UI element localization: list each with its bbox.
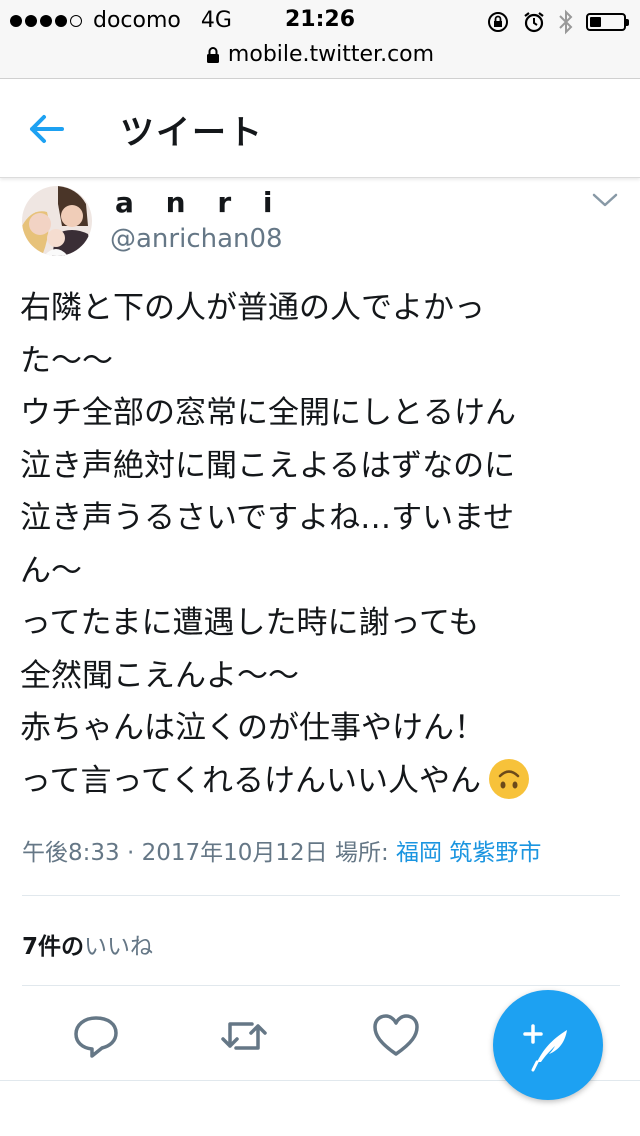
retweet-icon xyxy=(221,1022,267,1050)
tweet-line: 泣き声絶対に聞こえよるはずなのに xyxy=(20,447,516,484)
tweet-line: ってたまに遭遇した時に謝っても xyxy=(20,605,480,641)
tweet-line-last: って言ってくれるけんいい人やん xyxy=(20,755,620,808)
url-text: mobile.twitter.com xyxy=(227,42,435,67)
tweet-line: た〜〜 xyxy=(20,342,113,379)
tweet-line: 右隣と下の人が普通の人でよかっ xyxy=(20,290,485,326)
tweet-line: ウチ全部の窓常に全開にしとるけん xyxy=(20,395,516,431)
heart-icon xyxy=(373,1014,419,1056)
reply-button[interactable] xyxy=(70,1010,122,1062)
orientation-lock-icon xyxy=(488,12,508,32)
upside-down-face-emoji xyxy=(488,758,529,799)
compose-tweet-button[interactable] xyxy=(493,990,603,1100)
likes-summary[interactable]: 7件のいいね xyxy=(22,927,153,961)
like-button[interactable] xyxy=(370,1010,422,1062)
timestamp[interactable]: 午後8:33 · 2017年10月12日 xyxy=(22,840,328,866)
page-header: ツイート xyxy=(0,79,640,178)
likes-count: 7件の xyxy=(22,934,85,960)
retweet-button[interactable] xyxy=(218,1010,270,1062)
location-label: 場所: xyxy=(334,840,389,866)
display-name[interactable]: a n r i xyxy=(115,186,283,219)
compose-tweet-icon xyxy=(523,1024,567,1072)
back-button[interactable] xyxy=(22,109,72,149)
battery-icon xyxy=(586,13,629,31)
url-bar[interactable]: mobile.twitter.com xyxy=(0,42,640,79)
status-icons xyxy=(486,9,629,35)
lock-icon xyxy=(206,46,219,63)
page-title: ツイート xyxy=(120,113,264,153)
location-link[interactable]: 福岡 筑紫野市 xyxy=(396,840,541,866)
tweet-menu-button[interactable] xyxy=(590,190,620,210)
avatar-image xyxy=(22,186,92,256)
tweet-line: って言ってくれるけんいい人やん xyxy=(20,762,481,799)
divider xyxy=(22,985,620,986)
avatar[interactable] xyxy=(22,186,92,256)
battery-level xyxy=(590,17,601,27)
reply-icon xyxy=(74,1016,118,1058)
chevron-down-icon xyxy=(592,193,618,207)
alarm-icon xyxy=(524,12,544,33)
bluetooth-icon xyxy=(559,9,573,35)
tweet-line: 泣き声うるさいですよね…すいませ xyxy=(20,500,515,536)
likes-label: いいね xyxy=(84,934,154,960)
arrow-left-icon xyxy=(30,115,64,143)
status-bar: docomo 4G 21:26 xyxy=(0,0,640,42)
tweet-metadata: 午後8:33 · 2017年10月12日 場所: 福岡 筑紫野市 xyxy=(22,833,541,867)
tweet-text: 右隣と下の人が普通の人でよかっ た〜〜 ウチ全部の窓常に全開にしとるけん 泣き声… xyxy=(20,282,620,807)
tweet-line: 赤ちゃんは泣くのが仕事やけん！ xyxy=(20,710,485,746)
tweet-line: 全然聞こえんよ〜〜 xyxy=(20,657,299,694)
user-handle[interactable]: @anrichan08 xyxy=(110,224,283,254)
tweet-line: ん〜 xyxy=(20,552,82,589)
divider xyxy=(22,895,620,896)
